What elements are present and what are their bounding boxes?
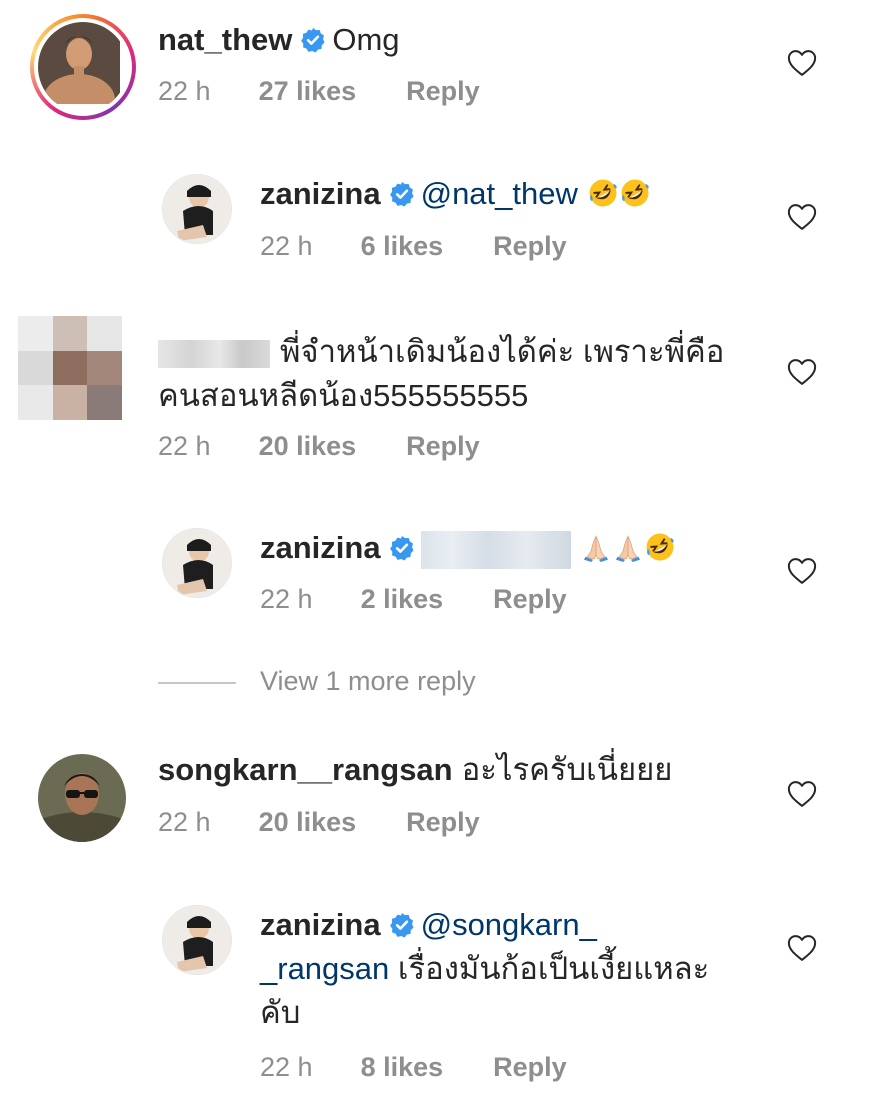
comment-text-line1: พี่จำหน้าเดิมน้องได้ค่ะ เพราะพี่คือ [280,334,725,369]
comment-time: 22 h [158,807,211,837]
divider-line [158,681,236,684]
avatar[interactable] [162,174,232,244]
heart-outline-icon[interactable] [787,203,817,231]
mention-link-line2[interactable]: _rangsan [260,951,389,986]
comment-username[interactable]: zanizina [260,907,381,942]
comment-time: 22 h [260,231,313,261]
comment-text-line2: เรื่องมันก้อเป็นเงี้ยแหละ [389,951,710,986]
folded-hands-emoji-icon [613,532,643,562]
reply-button[interactable]: Reply [493,584,567,615]
reply-button[interactable]: Reply [406,76,480,107]
rofl-emoji-icon [645,532,675,562]
view-more-replies-button[interactable]: View 1 more reply [158,666,476,697]
comment-username[interactable]: songkarn__rangsan [158,752,453,787]
comment-likes[interactable]: 27 likes [259,76,357,107]
comment-likes[interactable]: 20 likes [259,431,357,462]
comment-username[interactable]: zanizina [260,176,381,211]
avatar[interactable] [30,14,136,120]
comment-username[interactable]: zanizina [260,530,381,565]
comment-likes[interactable]: 6 likes [361,231,444,262]
avatar-photo [163,906,231,974]
rofl-emoji-icon [588,178,618,208]
comment-likes[interactable]: 8 likes [361,1052,444,1083]
avatar[interactable] [162,528,232,598]
heart-outline-icon[interactable] [787,49,817,77]
heart-outline-icon[interactable] [787,358,817,386]
avatar-photo [38,754,126,842]
verified-badge-icon [389,181,415,207]
comment-text-line3: คับ [260,995,301,1030]
avatar-photo [38,22,120,104]
mention-link-line1[interactable]: @songkarn_ [421,907,597,942]
comment-time: 22 h [158,431,211,461]
reply-button[interactable]: Reply [406,807,480,838]
comment-time: 22 h [260,1052,313,1082]
comment-text: Omg [332,22,400,57]
reply-button[interactable]: Reply [406,431,480,462]
comment-likes[interactable]: 2 likes [361,584,444,615]
folded-hands-emoji-icon [581,532,611,562]
comment-likes[interactable]: 20 likes [259,807,357,838]
heart-outline-icon[interactable] [787,934,817,962]
view-more-label: View 1 more reply [260,666,476,696]
reply-button[interactable]: Reply [493,1052,567,1083]
heart-outline-icon[interactable] [787,557,817,585]
avatar-photo [163,529,231,597]
verified-badge-icon [389,912,415,938]
comment-text: อะไรครับเนี่ยยย [461,752,673,787]
verified-badge-icon [389,535,415,561]
mention-link[interactable]: @nat_thew [421,176,578,211]
reply-button[interactable]: Reply [493,231,567,262]
comment-username[interactable]: nat_thew [158,22,292,57]
avatar[interactable] [162,905,232,975]
heart-outline-icon[interactable] [787,780,817,808]
comment-time: 22 h [260,584,313,614]
blurred-username[interactable] [158,339,270,368]
comment-text-line2: คนสอนหลีดน้อง555555555 [158,378,529,413]
avatar-blurred[interactable] [18,316,122,420]
verified-badge-icon [300,27,326,53]
avatar[interactable] [38,754,126,842]
avatar-photo [163,175,231,243]
comment-time: 22 h [158,76,211,106]
blurred-mention[interactable] [420,530,571,569]
rofl-emoji-icon [620,178,650,208]
